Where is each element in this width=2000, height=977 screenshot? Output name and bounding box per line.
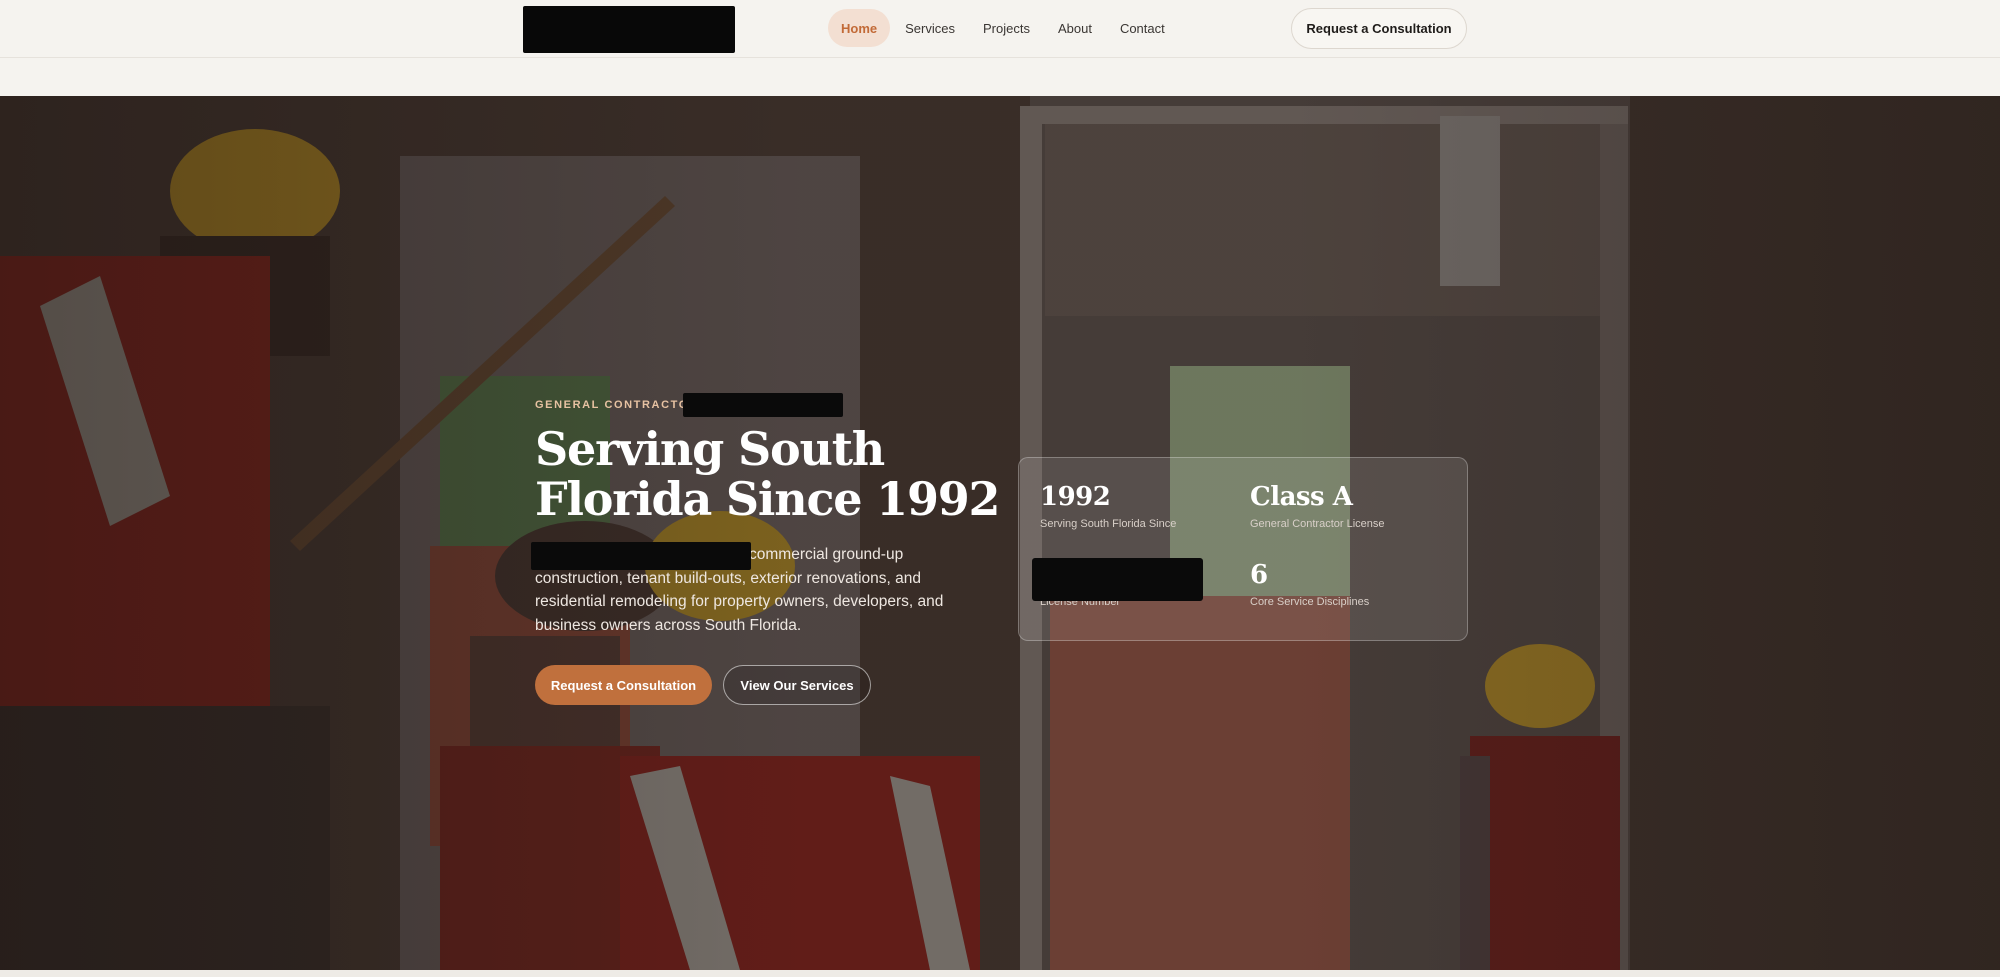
stat-value: Class A: [1250, 482, 1353, 512]
main-nav: Home Services Projects About Contact: [828, 9, 1178, 47]
redacted-company-name: [683, 393, 843, 417]
stat-value: 1992: [1040, 482, 1111, 512]
logo-redacted[interactable]: [523, 6, 735, 53]
hero-consultation-button[interactable]: Request a Consultation: [535, 665, 712, 705]
hero-eyebrow-row: GENERAL CONTRACTOR: [535, 394, 698, 416]
hero-section: [0, 96, 2000, 970]
nav-contact[interactable]: Contact: [1107, 9, 1178, 47]
nav-about[interactable]: About: [1045, 9, 1105, 47]
redacted-description-start: [531, 542, 751, 570]
hero-eyebrow: GENERAL CONTRACTOR: [535, 399, 699, 411]
site-header: Home Services Projects About Contact Req…: [0, 0, 2000, 58]
stat-value: 6: [1250, 560, 1268, 590]
stat-label: Core Service Disciplines: [1250, 596, 1370, 608]
nav-services[interactable]: Services: [892, 9, 968, 47]
view-services-button[interactable]: View Our Services: [723, 665, 871, 705]
nav-home[interactable]: Home: [828, 9, 891, 47]
hero-dark-overlay: [0, 96, 2000, 970]
stat-disciplines: 6 Core Service Disciplines: [1250, 558, 1450, 608]
stats-card: 1992 Serving South Florida Since Class A…: [1018, 457, 1468, 641]
header-consultation-button[interactable]: Request a Consultation: [1291, 8, 1467, 49]
stat-founded: 1992 Serving South Florida Since: [1040, 480, 1240, 530]
stat-label: Serving South Florida Since: [1040, 518, 1177, 530]
stat-license-class: Class A General Contractor License: [1250, 480, 1450, 530]
next-section-edge: [0, 970, 2000, 977]
redacted-license-number: [1032, 558, 1203, 601]
hero-title: Serving South Florida Since 1992: [535, 422, 1001, 526]
nav-projects[interactable]: Projects: [970, 9, 1043, 47]
stat-label: General Contractor License: [1250, 518, 1385, 530]
